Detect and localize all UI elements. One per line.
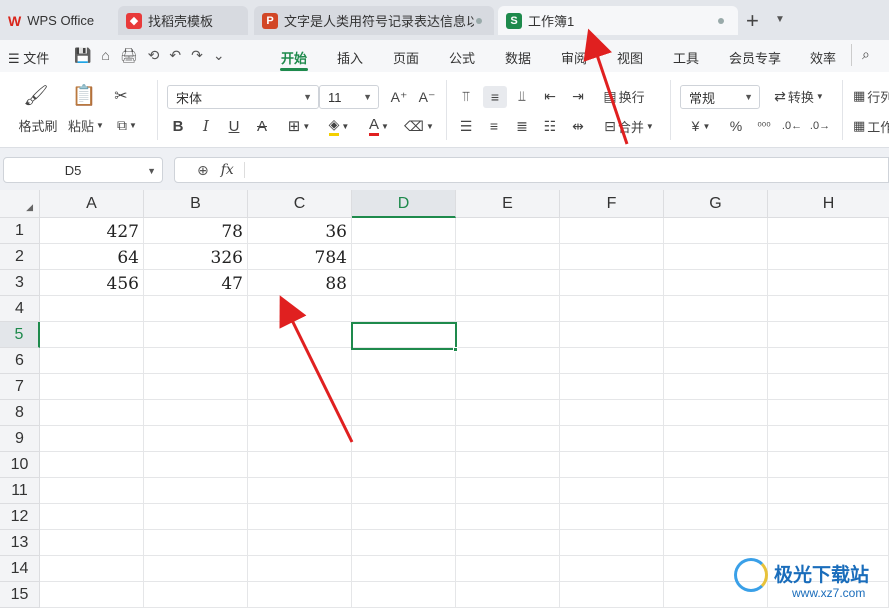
- annotation-arrows: [279, 28, 629, 443]
- watermark: 极光下载站 www.xz7.com: [730, 554, 889, 610]
- watermark-name: 极光下载站: [774, 565, 870, 586]
- watermark-logo-icon: [734, 558, 768, 592]
- watermark-url: www.xz7.com: [792, 586, 866, 600]
- arrow-to-data: [279, 295, 354, 443]
- arrow-to-workbook-tab: [583, 28, 629, 145]
